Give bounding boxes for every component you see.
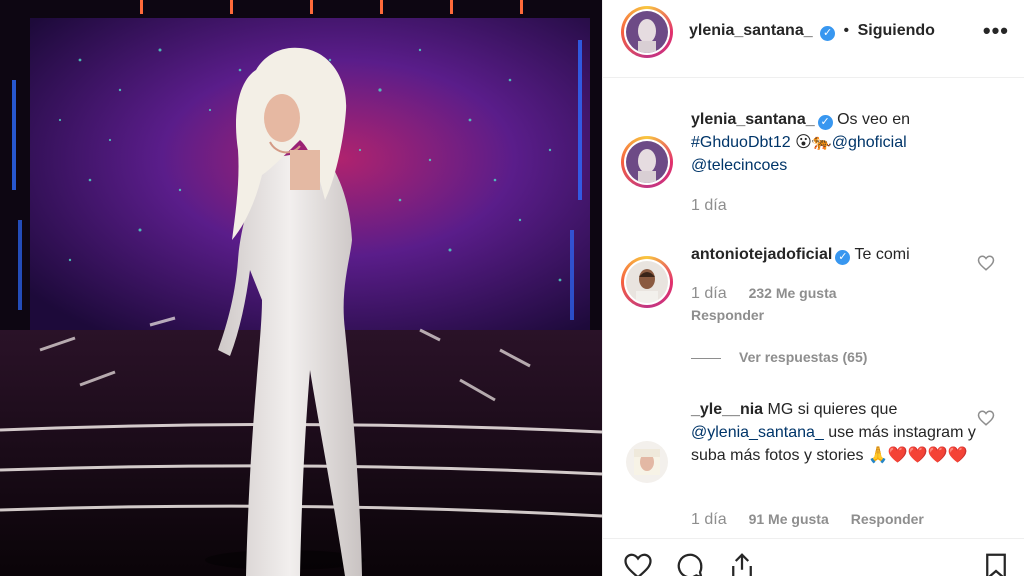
comment-text: antoniotejadoficial ✓ Te comi: [691, 243, 971, 266]
verified-icon: ✓: [817, 115, 833, 130]
following-button[interactable]: Siguiendo: [858, 22, 935, 39]
caption-avatar[interactable]: [621, 136, 673, 188]
comment-body: MG si quieres que: [767, 401, 898, 418]
view-replies-button[interactable]: Ver respuestas (65): [691, 349, 867, 365]
divider-line: [691, 357, 721, 359]
commenter-avatar[interactable]: [621, 256, 673, 308]
comment-likes[interactable]: 91 Me gusta: [749, 511, 829, 527]
heart-icon[interactable]: [623, 551, 653, 576]
caption-text: ylenia_santana_ ✓ Os veo en #GhduoDbt12 😮…: [691, 108, 971, 177]
caption-body: Os veo en: [837, 111, 911, 128]
post-image: [0, 0, 602, 576]
commenter-avatar[interactable]: [621, 436, 673, 488]
hashtag-link[interactable]: #GhduoDbt12: [691, 134, 791, 151]
comment-text: _yle__nia MG si quieres que @ylenia_sant…: [691, 398, 981, 467]
post-header: ylenia_santana_ ✓ • Siguiendo •••: [603, 0, 1024, 78]
author-avatar[interactable]: [621, 6, 673, 58]
bookmark-icon[interactable]: [981, 551, 1011, 576]
reply-button[interactable]: Responder: [691, 307, 764, 323]
caption-username[interactable]: ylenia_santana_: [691, 111, 815, 128]
view-replies-label: Ver respuestas (65): [739, 349, 868, 365]
post-photo[interactable]: [0, 0, 602, 576]
comment-like-heart-icon[interactable]: [977, 254, 995, 272]
mention-link[interactable]: @ghoficial: [832, 134, 907, 151]
comment-like-heart-icon[interactable]: [977, 409, 995, 427]
more-options-icon[interactable]: •••: [983, 18, 1009, 44]
action-bar: [603, 538, 1024, 576]
comment-icon[interactable]: [675, 551, 705, 576]
share-icon[interactable]: [727, 551, 757, 576]
comment-username[interactable]: antoniotejadoficial: [691, 246, 832, 263]
comment-emojis: 🙏❤️❤️❤️❤️: [867, 447, 968, 464]
caption-time[interactable]: 1 día: [691, 197, 727, 214]
comment-body: Te comi: [854, 246, 910, 263]
caption-meta: 1 día: [691, 197, 727, 215]
reply-button[interactable]: Responder: [851, 511, 924, 527]
comment-time[interactable]: 1 día: [691, 285, 727, 302]
mention-link[interactable]: @telecincoes: [691, 157, 787, 174]
caption-emojis: 😮🐅: [795, 134, 832, 151]
comment-time[interactable]: 1 día: [691, 511, 727, 528]
verified-icon: ✓: [835, 250, 851, 265]
comment-meta: 1 día 232 Me gusta: [691, 285, 837, 303]
verified-icon: ✓: [820, 26, 836, 41]
author-username[interactable]: ylenia_santana_: [689, 22, 813, 39]
comment-likes[interactable]: 232 Me gusta: [749, 285, 837, 301]
comment-username[interactable]: _yle__nia: [691, 401, 763, 418]
comment-meta: 1 día 91 Me gusta Responder: [691, 511, 924, 529]
separator-dot: •: [843, 22, 850, 39]
post-detail-panel: ylenia_santana_ ✓ • Siguiendo ••• ylenia…: [602, 0, 1024, 576]
mention-link[interactable]: @ylenia_santana_: [691, 424, 824, 441]
